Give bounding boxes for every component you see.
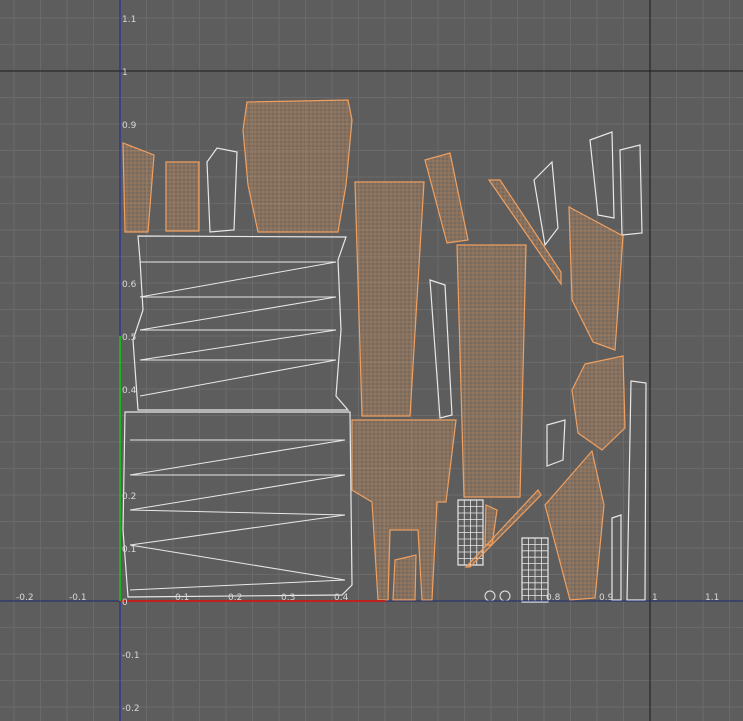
shell-diagonal-strip-2-outline — [464, 489, 542, 568]
v-tick-label: 0.2 — [122, 492, 136, 502]
shell-circle-a — [484, 590, 496, 602]
u-tick-label: -0.2 — [16, 593, 34, 603]
selected-uv-shells[interactable] — [122, 99, 626, 601]
u-tick-label: 0.2 — [228, 593, 242, 603]
shell-diagonal-strip-2[interactable] — [464, 489, 542, 568]
shell-mini-block[interactable] — [546, 419, 566, 467]
v-tick-label: 1 — [122, 68, 128, 78]
shell-tall-right-strip-outline — [626, 380, 647, 601]
u-tick-label: 1.1 — [705, 593, 719, 603]
v-tick-label: -0.2 — [122, 704, 140, 714]
shell-tall-left[interactable] — [354, 181, 425, 417]
shell-top-cap[interactable] — [242, 99, 353, 233]
u-tick-label: 0.8 — [546, 593, 561, 603]
shell-thin-vertical-outline — [429, 279, 453, 419]
v-tick-label: 0.1 — [122, 545, 136, 555]
shell-right-lower-outline — [544, 449, 605, 601]
u-tick-label: -0.1 — [69, 593, 87, 603]
v-tick-label: 1.1 — [122, 15, 136, 25]
uv-editor-viewport[interactable]: -0.2 -0.1 0.1 0.2 0.3 0.4 0.8 0.9 1 1.1 1.1 1 0.9 0.6… — [0, 0, 743, 721]
shell-small-block[interactable] — [165, 161, 200, 232]
shell-tall-center[interactable] — [456, 244, 527, 498]
shell-tall-wedge-outline — [206, 147, 238, 233]
shell-thin-bottom-right[interactable] — [611, 514, 622, 601]
shell-thin-bottom-right-outline — [611, 514, 622, 601]
u-tick-label: 0.4 — [334, 593, 349, 603]
v-tick-label: 0 — [122, 598, 128, 608]
shell-tall-center-outline — [456, 244, 527, 498]
u-tick-label: 1 — [652, 593, 658, 603]
shell-small-foot[interactable] — [392, 554, 417, 601]
shell-small-foot-outline — [392, 554, 417, 601]
v-tick-label: 0.4 — [122, 386, 137, 396]
v-tick-label: -0.1 — [122, 651, 140, 661]
shell-small-left-outline — [122, 142, 155, 233]
shell-small-left[interactable] — [122, 142, 155, 233]
shell-narrow-top-right[interactable] — [589, 131, 615, 219]
shell-right-mid[interactable] — [571, 355, 626, 451]
shell-right-lower[interactable] — [544, 449, 605, 601]
shell-tall-left-outline — [354, 181, 425, 417]
u-tick-label: 0.9 — [599, 593, 614, 603]
u-tick-label: 0.1 — [175, 593, 189, 603]
v-tick-label: 0.6 — [122, 280, 137, 290]
shell-thin-vertical[interactable] — [429, 279, 453, 419]
uv-grid-canvas[interactable]: -0.2 -0.1 0.1 0.2 0.3 0.4 0.8 0.9 1 1.1 1.1 1 0.9 0.6… — [0, 0, 743, 721]
shell-right-upper[interactable] — [568, 205, 624, 351]
v-tick-label: 0.9 — [122, 121, 137, 131]
shell-narrow-top-right-outline — [589, 131, 615, 219]
shell-circle-b — [499, 590, 511, 602]
shell-tall-wedge[interactable] — [206, 147, 238, 233]
shell-mini-block-outline — [546, 419, 566, 467]
u-tick-label: 0.3 — [281, 593, 295, 603]
shell-tall-right-strip[interactable] — [626, 380, 647, 601]
v-tick-label: 0.5 — [122, 333, 136, 343]
